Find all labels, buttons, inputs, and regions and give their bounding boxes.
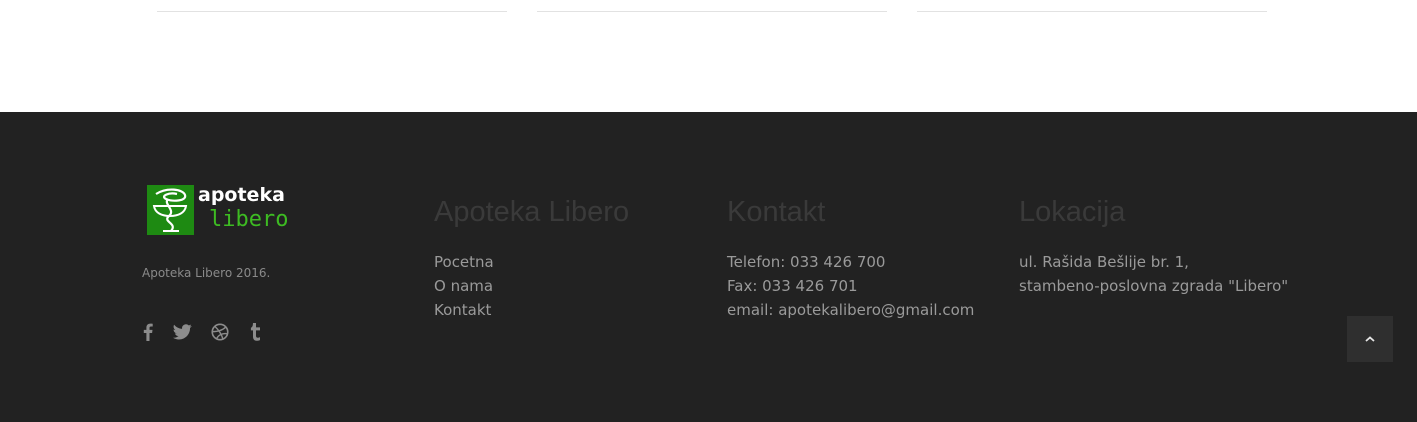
dribbble-icon[interactable] — [210, 320, 230, 344]
footer-column-title: Lokacija — [1019, 196, 1126, 228]
address-line: stambeno-poslovna zgrada "Libero" — [1019, 277, 1289, 295]
twitter-icon[interactable] — [172, 320, 192, 344]
site-footer: apoteka libero Apoteka Libero 2016. Apot… — [0, 112, 1417, 422]
logo-text-line2: libero — [209, 207, 289, 232]
snake-bowl-icon — [152, 188, 188, 232]
footer-column-title: Kontakt — [727, 196, 826, 228]
chevron-up-icon — [1365, 336, 1375, 342]
footer-link-kontakt[interactable]: Kontakt — [434, 298, 491, 322]
logo-text-line1: apoteka — [198, 184, 285, 206]
footer-link-pocetna[interactable]: Pocetna — [434, 250, 494, 274]
copyright-text: Apoteka Libero 2016. — [142, 266, 271, 280]
contact-fax: Fax: 033 426 701 — [727, 277, 858, 295]
logo-mark — [147, 185, 194, 235]
facebook-icon[interactable] — [140, 320, 156, 344]
card-divider — [917, 11, 1267, 12]
contact-email[interactable]: email: apotekalibero@gmail.com — [727, 298, 974, 322]
card-divider — [157, 11, 507, 12]
footer-column-title: Apoteka Libero — [434, 196, 630, 228]
address-line: ul. Rašida Bešlije br. 1, — [1019, 253, 1189, 271]
logo[interactable]: apoteka libero — [147, 184, 288, 235]
scroll-to-top-button[interactable] — [1347, 316, 1393, 362]
tumblr-icon[interactable] — [247, 320, 263, 344]
contact-phone: Telefon: 033 426 700 — [727, 253, 886, 271]
card-divider — [537, 11, 887, 12]
content-area-bottom — [0, 0, 1417, 112]
footer-link-o-nama[interactable]: O nama — [434, 274, 493, 298]
